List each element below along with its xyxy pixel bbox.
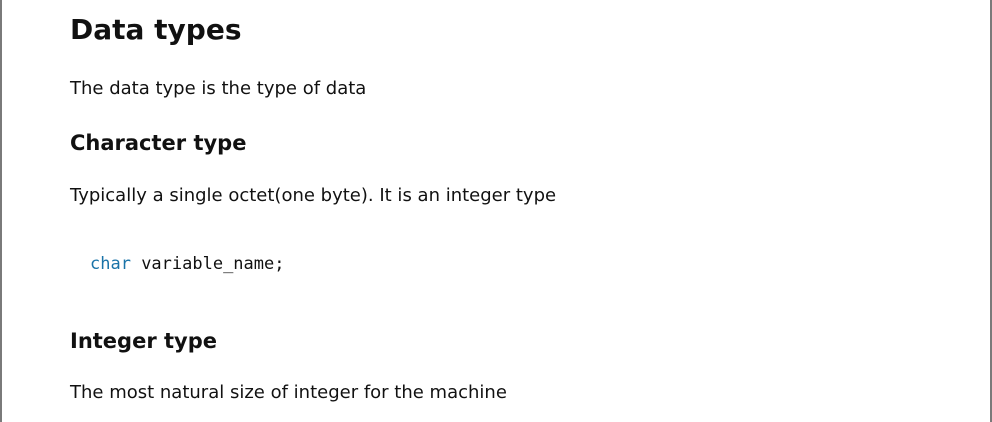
code-identifier: variable_name;: [130, 254, 285, 274]
page-title: Data types: [70, 13, 242, 46]
code-keyword: char: [90, 254, 131, 274]
character-type-description: Typically a single octet(one byte). It i…: [70, 185, 557, 206]
intro-paragraph: The data type is the type of data: [70, 78, 367, 99]
code-snippet: char variable_name;: [90, 251, 284, 277]
section-heading-integer-type: Integer type: [70, 329, 217, 353]
left-border: [0, 0, 2, 422]
integer-type-description: The most natural size of integer for the…: [70, 382, 507, 403]
section-heading-character-type: Character type: [70, 131, 247, 155]
